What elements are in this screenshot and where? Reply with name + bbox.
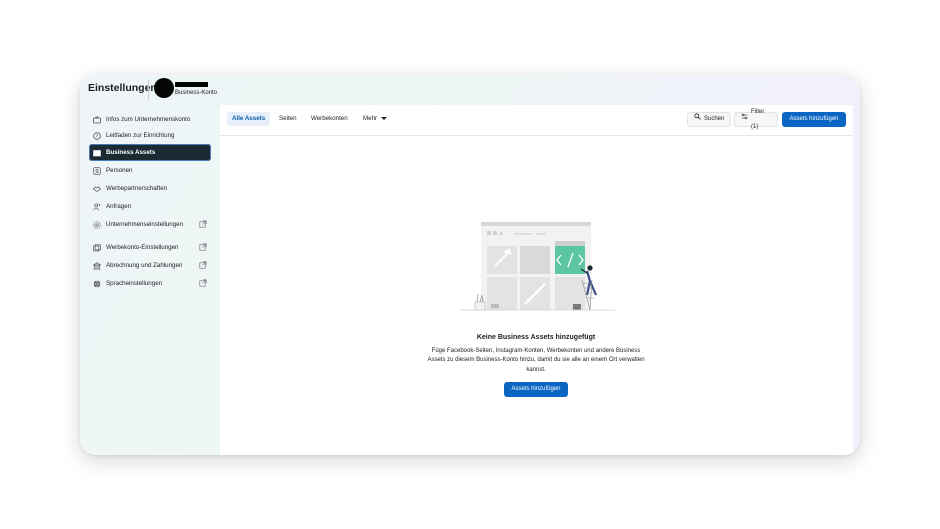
empty-state-illustration xyxy=(461,222,615,311)
sidebar-item-company-settings[interactable]: Unternehmenseinstellungen xyxy=(89,216,211,233)
tab-all-assets[interactable]: Alle Assets xyxy=(227,112,271,126)
tab-pages[interactable]: Seiten xyxy=(274,112,302,126)
tab-more[interactable]: Mehr xyxy=(358,112,392,126)
account-avatar[interactable] xyxy=(154,78,174,98)
sidebar-item-label: Leitfaden zur Einrichtung xyxy=(106,132,175,139)
sidebar-item-label: Infos zum Unternehmenskonto xyxy=(106,116,191,123)
sidebar-item-setup-guide[interactable]: ? Leitfaden zur Einrichtung xyxy=(89,127,211,144)
help-circle-icon: ? xyxy=(93,131,101,140)
sidebar-item-label: Business Assets xyxy=(106,149,156,156)
sidebar-item-label: Unternehmenseinstellungen xyxy=(106,221,184,228)
sidebar-item-label: Werbekonto-Einstellungen xyxy=(106,244,179,251)
top-bar: Einstellungen Business-Konto xyxy=(80,75,860,105)
gear-icon xyxy=(93,220,101,229)
filter-button-label: Filter (1) xyxy=(751,108,765,130)
sidebar-item-label: Anfragen xyxy=(106,203,132,210)
account-name-redacted xyxy=(175,82,208,87)
sidebar-item-business-assets[interactable]: Business Assets xyxy=(89,144,211,161)
external-link-icon xyxy=(199,243,207,251)
sidebar-item-company-info[interactable]: Infos zum Unternehmenskonto xyxy=(89,111,211,128)
sidebar-item-label: Personen xyxy=(106,167,133,174)
handshake-icon xyxy=(93,185,101,193)
bank-icon xyxy=(93,261,101,270)
external-link-icon xyxy=(199,279,207,287)
ad-account-icon xyxy=(93,243,101,252)
sidebar-item-label: Spracheinstellungen xyxy=(106,280,163,287)
sidebar: Infos zum Unternehmenskonto ? Leitfaden … xyxy=(80,105,220,455)
sidebar-item-people[interactable]: Personen xyxy=(89,162,211,179)
settings-window: Einstellungen Business-Konto Infos zum U… xyxy=(80,75,860,455)
sidebar-item-ad-partnerships[interactable]: Werbepartnerschaften xyxy=(89,180,211,197)
search-icon xyxy=(694,112,701,127)
empty-state-title: Keine Business Assets hinzugefügt xyxy=(476,334,596,341)
empty-state-description: Füge Facebook-Seiten, Instagram-Konten, … xyxy=(427,348,645,373)
tab-ad-accounts[interactable]: Werbekonten xyxy=(306,112,353,126)
sidebar-item-requests[interactable]: Anfragen xyxy=(89,198,211,215)
filter-button[interactable]: Filter (1) xyxy=(734,109,778,130)
header-divider xyxy=(148,80,149,100)
main-panel: Alle Assets Seiten Werbekonten Mehr Such… xyxy=(220,105,853,455)
external-link-icon xyxy=(199,220,207,228)
sidebar-item-label: Werbepartnerschaften xyxy=(106,185,168,192)
chevron-down-icon xyxy=(381,116,388,120)
search-button-label: Suchen xyxy=(704,116,725,122)
globe-icon xyxy=(93,280,101,288)
account-type-label: Business-Konto xyxy=(175,90,218,96)
person-add-icon xyxy=(93,203,101,211)
sidebar-item-language[interactable]: Spracheinstellungen xyxy=(89,275,211,292)
folder-icon xyxy=(93,149,101,157)
sidebar-item-label: Abrechnung und Zahlungen xyxy=(106,262,183,269)
briefcase-icon xyxy=(93,116,101,124)
filter-icon xyxy=(741,112,748,127)
sidebar-item-ad-account-settings[interactable]: Werbekonto-Einstellungen xyxy=(89,239,211,256)
tabs-toolbar: Alle Assets Seiten Werbekonten Mehr Such… xyxy=(220,105,853,136)
page-title: Einstellungen xyxy=(88,82,157,94)
empty-state-add-assets-button[interactable]: Assets hinzufügen xyxy=(504,382,568,397)
tab-more-label: Mehr xyxy=(363,115,378,122)
svg-text:?: ? xyxy=(96,133,99,139)
people-icon xyxy=(93,166,101,175)
search-button[interactable]: Suchen xyxy=(687,112,731,127)
add-assets-button[interactable]: Assets hinzufügen xyxy=(782,112,846,127)
sidebar-item-billing[interactable]: Abrechnung und Zahlungen xyxy=(89,257,211,274)
external-link-icon xyxy=(199,261,207,269)
